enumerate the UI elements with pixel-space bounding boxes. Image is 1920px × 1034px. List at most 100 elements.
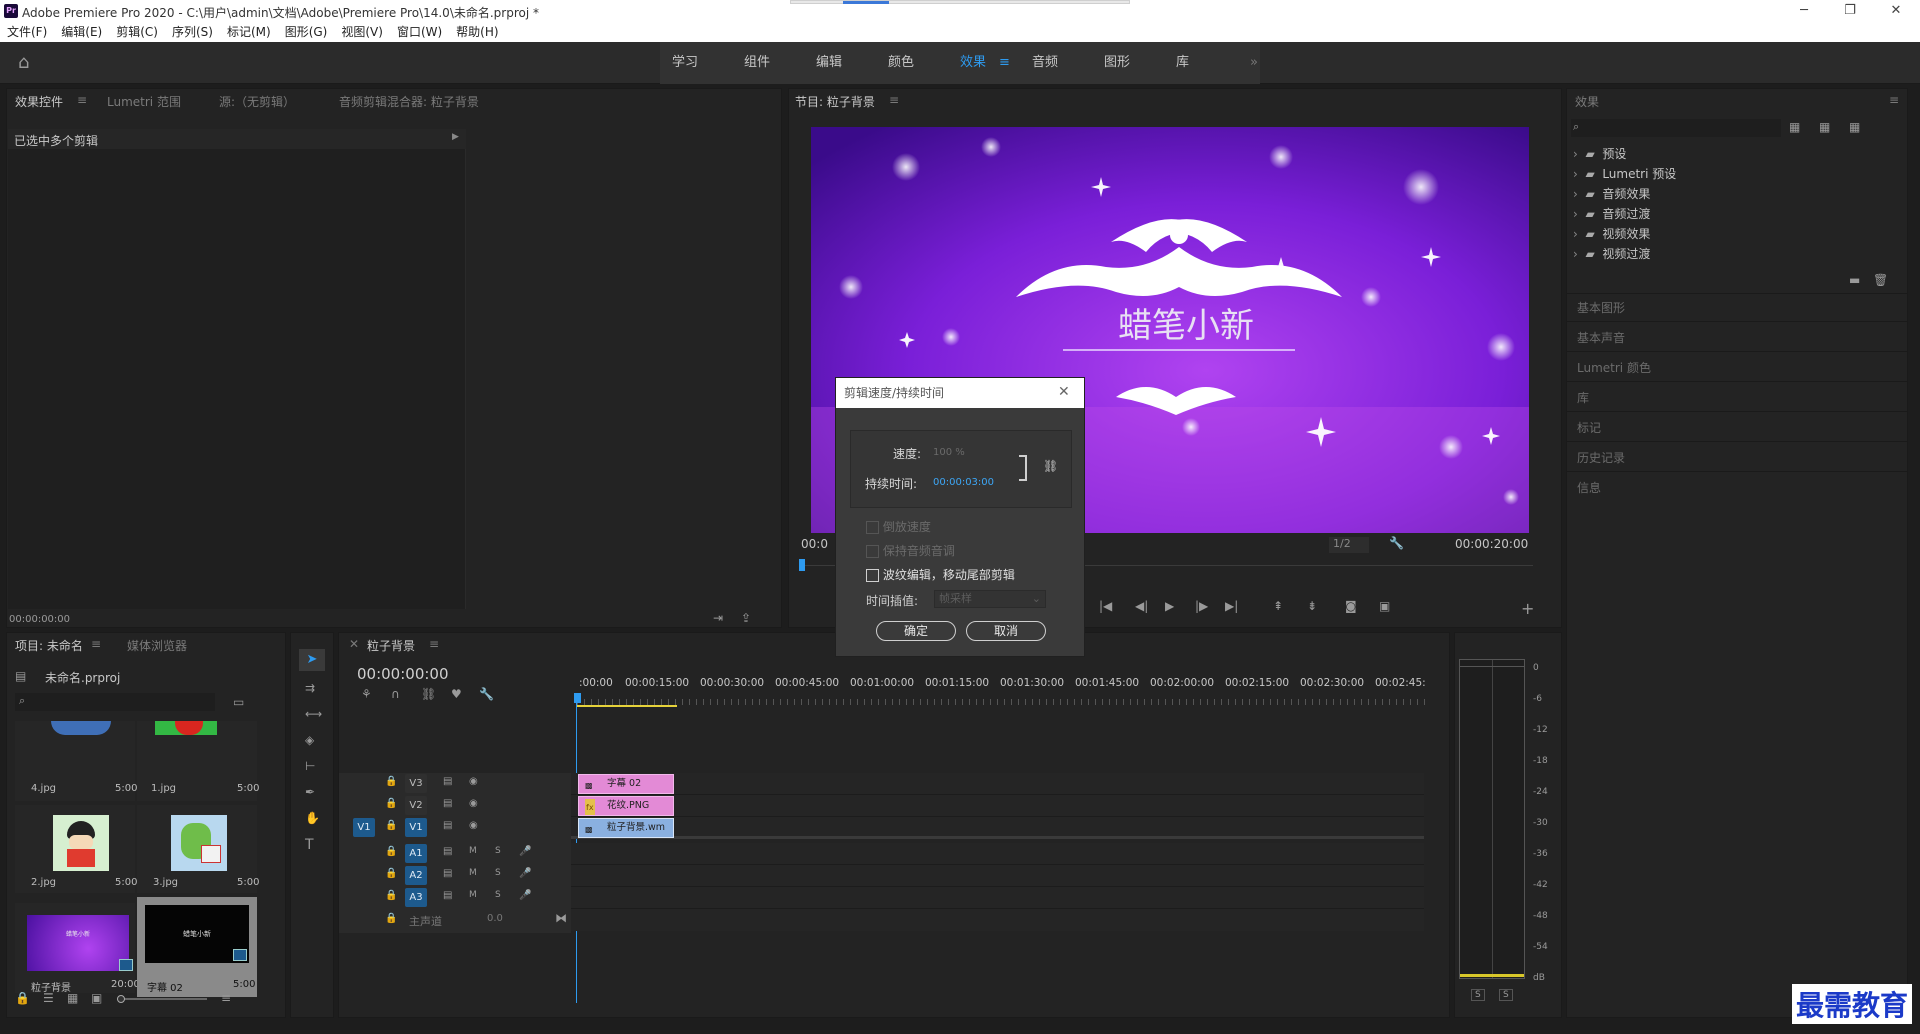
project-item-2jpg[interactable]: 2.jpg 5:00 xyxy=(15,805,137,893)
lock-track-icon[interactable]: 🔒 xyxy=(385,798,397,809)
tab-sequence[interactable]: 粒子背景 xyxy=(367,637,415,654)
effects-search-input[interactable] xyxy=(1571,119,1781,137)
pitch-checkbox[interactable] xyxy=(866,545,879,558)
play-icon[interactable]: ▶ xyxy=(1165,599,1174,613)
restore-button[interactable]: ❐ xyxy=(1827,0,1873,22)
ripple-edit-option[interactable]: 波纹编辑，移动尾部剪辑 xyxy=(866,566,1015,583)
effects-item-presets[interactable]: › ▰ 预设 xyxy=(1573,145,1626,162)
add-button-icon[interactable]: + xyxy=(1521,599,1534,618)
icon-view-icon[interactable]: ▦ xyxy=(67,991,78,1005)
lock-track-icon[interactable]: 🔒 xyxy=(385,913,397,924)
track-label-v3[interactable]: V3 xyxy=(405,774,427,793)
tab-program[interactable]: 节目: 粒子背景 xyxy=(795,93,875,110)
menu-marker[interactable]: 标记(M) xyxy=(227,25,271,39)
master-value[interactable]: 0.0 xyxy=(487,913,503,924)
selection-tool-icon[interactable]: ➤ xyxy=(299,649,325,671)
menu-help[interactable]: 帮助(H) xyxy=(456,25,498,39)
menu-view[interactable]: 视图(V) xyxy=(341,25,383,39)
sync-lock-icon[interactable]: ▤ xyxy=(443,820,452,831)
tab-effect-controls[interactable]: 效果控件 xyxy=(15,93,63,110)
razor-tool-icon[interactable]: ◈ xyxy=(305,733,314,747)
mic-icon[interactable]: 🎤 xyxy=(519,868,531,879)
program-menu-icon[interactable]: ≡ xyxy=(889,93,899,107)
section-markers[interactable]: 标记 xyxy=(1577,419,1601,436)
yuv-effects-icon[interactable]: ▦ xyxy=(1849,120,1860,134)
pen-tool-icon[interactable]: ✒ xyxy=(305,785,315,799)
eye-icon[interactable]: ◉ xyxy=(469,776,478,787)
dialog-close-icon[interactable]: ✕ xyxy=(1058,384,1070,400)
timeline-playhead-handle[interactable] xyxy=(574,693,581,703)
track-select-tool-icon[interactable]: ⇉ xyxy=(305,681,315,695)
minimize-button[interactable]: ─ xyxy=(1781,0,1827,22)
tab-source[interactable]: 源:（无剪辑） xyxy=(219,93,295,110)
reverse-speed-option[interactable]: 倒放速度 xyxy=(866,518,931,535)
camera-icon[interactable]: ◙ xyxy=(1345,599,1357,613)
speed-value[interactable]: 100 % xyxy=(933,447,965,458)
clip-pattern-png[interactable]: fx 花纹.PNG xyxy=(578,796,674,816)
add-marker-icon[interactable]: ♥ xyxy=(451,687,462,701)
work-area-bar[interactable] xyxy=(577,705,677,707)
close-window-button[interactable]: ✕ xyxy=(1873,0,1919,22)
project-item-particle-bg[interactable]: 蜡笔小新 粒子背景 20:00 xyxy=(15,903,140,994)
program-playhead[interactable] xyxy=(799,559,805,571)
timeline-menu-icon[interactable]: ≡ xyxy=(429,637,439,651)
section-info[interactable]: 信息 xyxy=(1577,479,1601,496)
expand-arrow-icon[interactable]: ▶ xyxy=(452,132,459,142)
list-view-icon[interactable]: ☰ xyxy=(43,991,54,1005)
delete-icon[interactable]: 🗑 xyxy=(1873,273,1888,287)
mute-icon[interactable]: M xyxy=(469,890,477,900)
workspace-libraries[interactable]: 库 xyxy=(1176,42,1189,84)
effects-item-video-transitions[interactable]: › ▰ 视频过渡 xyxy=(1573,245,1650,262)
wrench-icon[interactable]: 🔧 xyxy=(1389,536,1404,550)
solo-right-button[interactable]: S xyxy=(1499,989,1513,1001)
mute-icon[interactable]: M xyxy=(469,846,477,856)
32bit-effects-icon[interactable]: ▦ xyxy=(1819,120,1830,134)
filter-icon[interactable]: ⇥ xyxy=(713,611,723,625)
timeline-timecode[interactable]: 00:00:00:00 xyxy=(357,665,449,683)
workspace-menu-icon[interactable]: ≡ xyxy=(999,42,1010,84)
menu-edit[interactable]: 编辑(E) xyxy=(61,25,102,39)
tab-effect-controls-menu-icon[interactable]: ≡ xyxy=(77,93,87,107)
track-label-a2[interactable]: A2 xyxy=(405,866,427,885)
solo-icon[interactable]: S xyxy=(495,868,501,878)
effects-item-lumetri-presets[interactable]: › ▰ Lumetri 预设 xyxy=(1573,165,1676,182)
sync-lock-icon[interactable]: ▤ xyxy=(443,868,452,879)
tab-lumetri-scopes[interactable]: Lumetri 范围 xyxy=(107,93,181,110)
clip-title02[interactable]: ▩ 字幕 02 xyxy=(578,774,674,794)
reverse-checkbox[interactable] xyxy=(866,521,879,534)
interpolation-select[interactable]: 帧采样 ⌄ xyxy=(934,590,1046,608)
workspace-editing[interactable]: 编辑 xyxy=(816,42,842,84)
track-label-a3[interactable]: A3 xyxy=(405,888,427,907)
lock-track-icon[interactable]: 🔒 xyxy=(385,820,397,831)
menu-file[interactable]: 文件(F) xyxy=(7,25,47,39)
workspace-audio[interactable]: 音频 xyxy=(1032,42,1058,84)
section-essential-sound[interactable]: 基本声音 xyxy=(1577,329,1625,346)
workspace-learn[interactable]: 学习 xyxy=(672,42,698,84)
lock-track-icon[interactable]: 🔒 xyxy=(385,890,397,901)
clip-particle-bg[interactable]: ▩ 粒子背景.wm xyxy=(578,818,674,838)
menu-graphics[interactable]: 图形(G) xyxy=(285,25,328,39)
menu-clip[interactable]: 剪辑(C) xyxy=(116,25,158,39)
tab-audio-clip-mixer[interactable]: 音频剪辑混合器: 粒子背景 xyxy=(339,93,479,110)
solo-left-button[interactable]: S xyxy=(1471,989,1485,1001)
new-bin-button-icon[interactable]: ▭ xyxy=(233,695,244,709)
extract-icon[interactable]: ⇟ xyxy=(1307,599,1317,613)
zoom-slider[interactable] xyxy=(117,995,207,1003)
new-bin-icon[interactable]: ▬ xyxy=(1849,273,1860,287)
duration-value[interactable]: 00:00:03:00 xyxy=(933,477,994,488)
workspace-graphics[interactable]: 图形 xyxy=(1104,42,1130,84)
maintain-pitch-option[interactable]: 保持音频音调 xyxy=(866,542,955,559)
timeline-settings-icon[interactable]: 🔧 xyxy=(479,687,494,701)
workspace-assembly[interactable]: 组件 xyxy=(744,42,770,84)
effects-item-video-effects[interactable]: › ▰ 视频效果 xyxy=(1573,225,1650,242)
mic-icon[interactable]: 🎤 xyxy=(519,890,531,901)
zoom-select[interactable]: 1/2 xyxy=(1329,537,1369,553)
lock-track-icon[interactable]: 🔒 xyxy=(385,868,397,879)
sync-lock-icon[interactable]: ▤ xyxy=(443,890,452,901)
type-tool-icon[interactable]: T xyxy=(305,837,314,853)
effects-item-audio-effects[interactable]: › ▰ 音频效果 xyxy=(1573,185,1650,202)
sync-lock-icon[interactable]: ▤ xyxy=(443,846,452,857)
workspace-effects[interactable]: 效果 xyxy=(960,42,986,84)
workspace-color[interactable]: 颜色 xyxy=(888,42,914,84)
linked-selection-icon[interactable]: ⛓ xyxy=(421,687,436,701)
